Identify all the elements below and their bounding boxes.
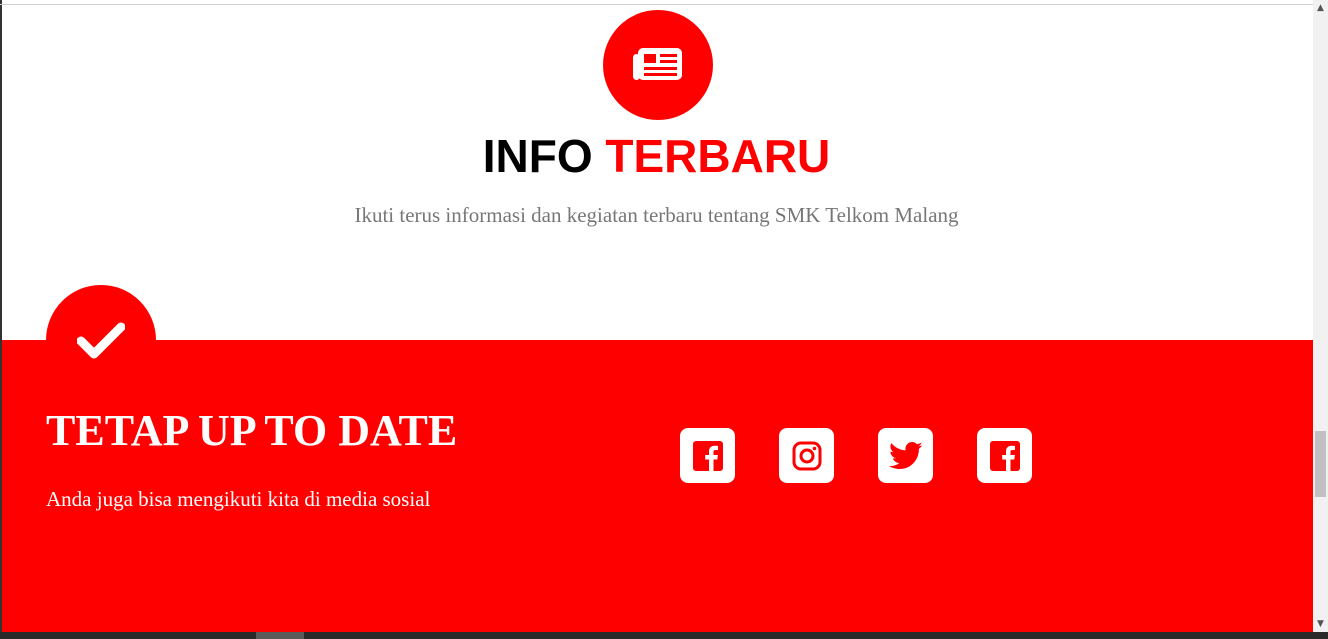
info-subtitle: Ikuti terus informasi dan kegiatan terba…: [354, 203, 959, 227]
twitter-icon: [888, 441, 922, 469]
scrollbar-track[interactable]: [1313, 0, 1328, 632]
info-title-black: INFO: [482, 130, 593, 182]
update-title: TETAP UP TO DATE: [46, 406, 458, 455]
facebook-icon: [692, 440, 723, 471]
taskbar: [0, 632, 1328, 639]
scroll-up-arrow-icon[interactable]: ▲: [1313, 0, 1328, 15]
info-icon-circle: [603, 10, 713, 120]
instagram-icon: [792, 441, 821, 470]
check-icon: [77, 322, 125, 359]
info-title: INFO TERBARU: [0, 128, 1313, 184]
top-divider: [0, 4, 1313, 5]
facebook-button-2[interactable]: [977, 428, 1032, 483]
twitter-button[interactable]: [878, 428, 933, 483]
instagram-button[interactable]: [779, 428, 834, 483]
update-subtitle: Anda juga bisa mengikuti kita di media s…: [46, 487, 431, 511]
newspaper-icon: [633, 48, 682, 80]
facebook-icon: [989, 440, 1020, 471]
facebook-button[interactable]: [680, 428, 735, 483]
scrollbar-thumb[interactable]: [1315, 431, 1326, 497]
update-icon-circle: [46, 285, 156, 395]
taskbar-item[interactable]: [256, 632, 304, 639]
info-title-red: TERBARU: [605, 130, 831, 182]
scroll-down-arrow-icon[interactable]: ▼: [1313, 617, 1328, 632]
